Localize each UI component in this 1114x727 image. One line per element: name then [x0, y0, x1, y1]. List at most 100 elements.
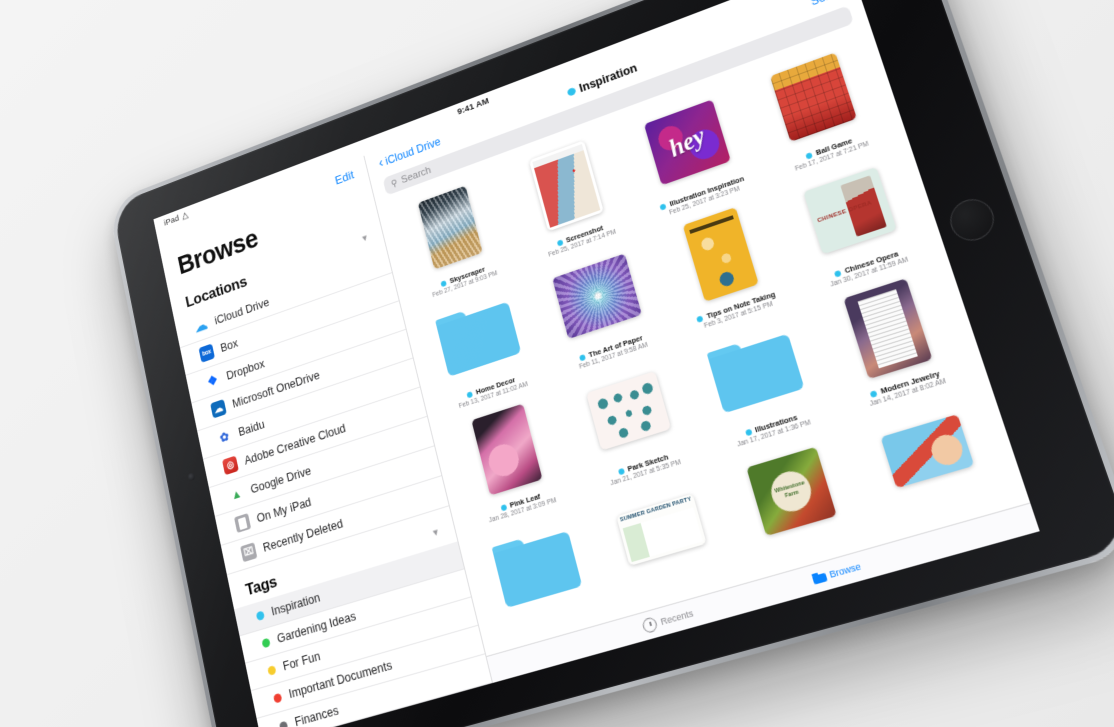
ipad-bezel: iPad △ 9:41 AM 100%: [112, 0, 1114, 727]
split-view: Edit Browse Locations ▾ ☁ iCloud Drive box…: [156, 0, 1039, 727]
file-name: Pink Leaf: [509, 492, 541, 510]
tab-label: Browse: [828, 561, 862, 580]
box-icon: box: [199, 343, 215, 362]
file-thumbnail: [486, 508, 589, 625]
file-thumbnail: [829, 268, 947, 390]
file-date: Jan 21, 2017 at 5:35 PM: [610, 459, 682, 487]
clock-icon: [642, 616, 659, 634]
file-name: Modern Jewelry: [879, 369, 940, 396]
file-date: Jan 17, 2017 at 1:36 PM: [736, 419, 811, 448]
tab-browse[interactable]: Browse: [811, 561, 862, 585]
file-item[interactable]: Tips on Note Taking Feb 3, 2017 at 5:15 P…: [647, 189, 802, 339]
folder-icon: [435, 296, 521, 377]
baidu-icon: ✿: [216, 427, 233, 447]
file-name-row: Park Sketch: [617, 452, 669, 476]
file-name-row: Illustration Inspiration: [659, 174, 745, 211]
tag-color-dot: [556, 239, 563, 246]
file-thumbnail: [700, 311, 812, 431]
file-item[interactable]: Modern Jewelry Jan 14, 2017 at 8:02 AM: [808, 260, 976, 416]
tag-color-dot: [834, 269, 842, 277]
tag-color-dot: [440, 280, 446, 287]
file-item[interactable]: Ball Game Feb 17, 2017 at 7:21 PM: [738, 31, 897, 182]
file-name-row: Ball Game: [805, 136, 853, 160]
file-name-row: Tips on Note Taking: [696, 290, 776, 324]
onedrive-icon: ☁: [210, 399, 227, 419]
file-thumbnail: [734, 430, 849, 552]
file-date: Jan 28, 2017 at 3:09 PM: [488, 497, 557, 524]
google-drive-icon: ▲: [228, 484, 245, 504]
tag-color-dot: [805, 152, 813, 160]
select-button[interactable]: Select: [809, 0, 845, 8]
tags-header-label: Tags: [244, 572, 279, 600]
file-item[interactable]: [714, 424, 872, 559]
tag-color-dot: [256, 610, 265, 621]
file-preview-image: [529, 140, 604, 231]
file-item[interactable]: Park Sketch Jan 21, 2017 at 5:35 PM: [557, 346, 708, 495]
file-date: Feb 25, 2017 at 3:23 PM: [668, 186, 740, 217]
file-item[interactable]: [845, 382, 1011, 520]
file-preview-image: [683, 207, 759, 302]
ipad-icon: [234, 513, 251, 533]
tab-bar: Recents Browse: [486, 502, 1039, 682]
folder-icon: [707, 328, 805, 414]
file-preview-image: [843, 278, 932, 379]
file-name-row: Pink Leaf: [500, 492, 541, 513]
file-thumbnail: [867, 389, 988, 514]
file-date: Feb 3, 2017 at 5:15 PM: [703, 301, 773, 330]
tag-color-dot: [273, 692, 282, 703]
file-item[interactable]: Chinese OperaJan 30, 2017 at 11:59 AM: [772, 143, 936, 296]
trash-icon: ⌧: [240, 542, 257, 562]
file-preview-image: [472, 403, 543, 495]
tag-color-dot: [617, 467, 624, 475]
sidebar-item-label: Box: [219, 336, 239, 354]
tag-color-dot: [579, 354, 586, 361]
folder-item[interactable]: Illustrations Jan 17, 2017 at 1:36 PM: [680, 304, 839, 457]
tag-color-dot: [467, 391, 474, 398]
file-name: Chinese Opera: [843, 249, 899, 275]
folder-icon: [811, 571, 827, 585]
sidebar-item-label: Dropbox: [225, 357, 266, 382]
file-date: Jan 30, 2017 at 11:59 AM: [830, 256, 910, 288]
tag-color-dot: [267, 665, 276, 676]
edit-button[interactable]: Edit: [334, 167, 355, 187]
chevron-down-icon[interactable]: ▾: [432, 527, 439, 539]
file-name: Ball Game: [815, 136, 854, 157]
tab-label: Recents: [660, 608, 695, 627]
file-preview-image: [418, 186, 483, 270]
home-button[interactable]: [945, 194, 1000, 247]
file-name-row: Chinese Opera: [833, 249, 899, 278]
file-name-row: Illustrations: [744, 413, 798, 438]
sidebar-tag-label: Finances: [294, 703, 340, 727]
folder-icon: [492, 525, 583, 608]
chevron-down-icon[interactable]: ▾: [361, 233, 368, 244]
tag-color-dot: [696, 315, 703, 323]
file-thumbnail: [758, 39, 869, 157]
file-name: Illustration Inspiration: [669, 174, 745, 208]
ipad-device: iPad △ 9:41 AM 100%: [112, 0, 1114, 727]
file-date: Jan 14, 2017 at 8:02 AM: [869, 378, 947, 408]
file-date: Feb 11, 2017 at 9:58 AM: [578, 342, 648, 371]
file-preview-image: [746, 447, 836, 536]
file-preview-image: [644, 99, 731, 185]
tag-color-dot: [744, 428, 752, 436]
file-preview-image: [586, 371, 671, 450]
file-name-row: The Art of Paper: [579, 333, 644, 362]
file-thumbnail: [793, 151, 908, 271]
file-date: Feb 17, 2017 at 7:21 PM: [794, 141, 869, 173]
dropbox-icon: ❖: [204, 371, 221, 390]
folder-item[interactable]: [467, 502, 609, 631]
ipad-screen: iPad △ 9:41 AM 100%: [153, 0, 1039, 727]
search-icon: ⚲: [390, 178, 398, 190]
sidebar-item-label: Baidu: [237, 417, 266, 438]
file-name: The Art of Paper: [588, 333, 644, 359]
tag-color-dot: [261, 637, 270, 648]
tag-color-dot: [279, 720, 288, 727]
file-name-row: Modern Jewelry: [869, 369, 941, 399]
file-thumbnail: [667, 196, 776, 313]
adobe-creative-cloud-icon: ◎: [222, 456, 239, 476]
file-thumbnail: [458, 392, 558, 507]
tab-recents[interactable]: Recents: [642, 606, 695, 634]
chevron-left-icon: ‹: [377, 156, 384, 170]
file-preview-image: [617, 494, 707, 566]
front-camera: [187, 472, 195, 481]
